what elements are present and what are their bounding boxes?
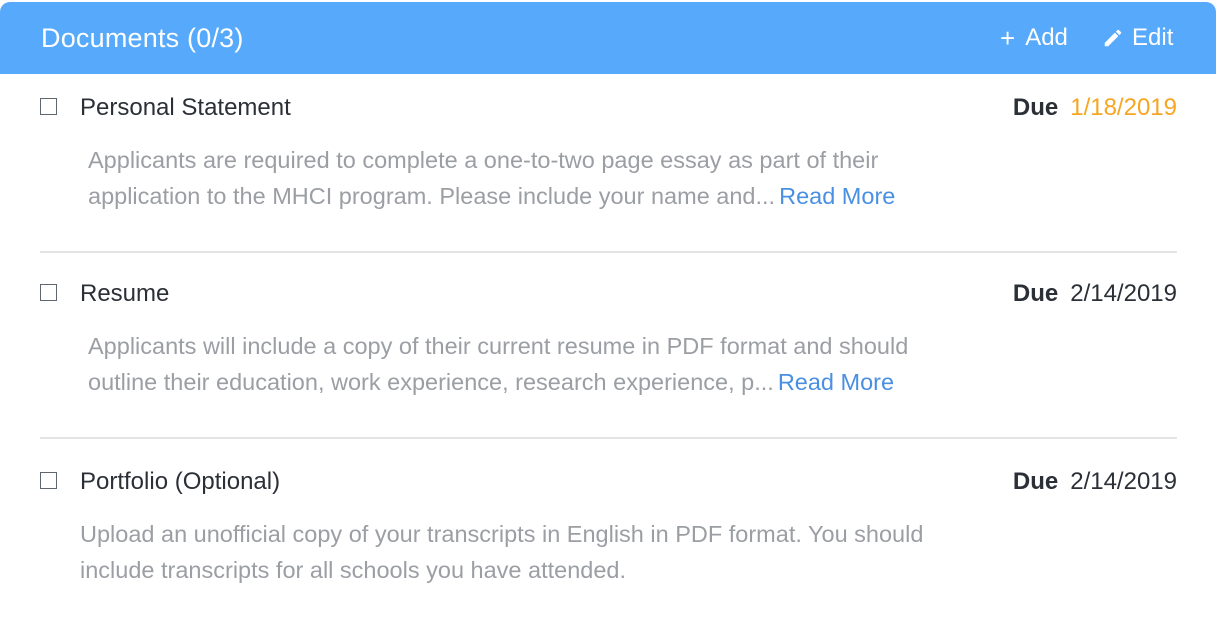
document-title: Personal Statement bbox=[80, 94, 291, 121]
divider bbox=[40, 251, 1177, 253]
due-date: 2/14/2019 bbox=[1070, 280, 1177, 307]
due-label: Due bbox=[1012, 94, 1059, 121]
edit-button[interactable]: Edit bbox=[1102, 22, 1173, 54]
due-label: Due bbox=[1012, 468, 1059, 495]
add-label: Add bbox=[1025, 24, 1068, 51]
divider bbox=[40, 437, 1177, 439]
documents-header: Documents (0/3) + Add Edit bbox=[0, 2, 1216, 74]
document-description: Applicants will include a copy of their … bbox=[88, 328, 1008, 400]
description-line: Applicants will include a copy of their … bbox=[88, 333, 909, 359]
read-more-link[interactable]: Read More bbox=[778, 369, 894, 395]
checkbox-personal-statement[interactable] bbox=[40, 98, 57, 115]
description-line-text: application to the MHCI program. Please … bbox=[88, 183, 776, 209]
due-info: Due 2/14/2019 bbox=[1013, 466, 1177, 498]
due-info: Due 2/14/2019 bbox=[1013, 278, 1177, 310]
document-title: Portfolio (Optional) bbox=[80, 468, 281, 495]
checkbox-resume[interactable] bbox=[40, 284, 57, 301]
document-description: Applicants are required to complete a on… bbox=[88, 142, 1008, 214]
due-label: Due bbox=[1012, 280, 1059, 307]
description-line-with-link: application to the MHCI program. Please … bbox=[88, 178, 1008, 214]
due-date: 1/18/2019 bbox=[1070, 94, 1177, 121]
panel-title: Documents (0/3) bbox=[41, 23, 244, 53]
pencil-icon bbox=[1102, 27, 1124, 49]
document-title: Resume bbox=[80, 280, 170, 307]
description-line: Applicants are required to complete a on… bbox=[88, 147, 879, 173]
documents-panel: Documents (0/3) + Add Edit Personal Stat… bbox=[0, 0, 1216, 636]
description-line: Upload an unofficial copy of your transc… bbox=[80, 521, 924, 547]
description-line-with-link: outline their education, work experience… bbox=[88, 364, 1008, 400]
due-date: 2/14/2019 bbox=[1070, 468, 1177, 495]
checkbox-portfolio[interactable] bbox=[40, 472, 57, 489]
add-button[interactable]: + Add bbox=[1000, 22, 1068, 54]
edit-label: Edit bbox=[1132, 24, 1174, 51]
due-info: Due 1/18/2019 bbox=[1013, 92, 1177, 124]
document-description: Upload an unofficial copy of your transc… bbox=[80, 516, 1000, 588]
description-line-text: outline their education, work experience… bbox=[88, 369, 774, 395]
plus-icon: + bbox=[1000, 23, 1016, 53]
description-line: include transcripts for all schools you … bbox=[80, 557, 627, 583]
read-more-link[interactable]: Read More bbox=[779, 183, 895, 209]
